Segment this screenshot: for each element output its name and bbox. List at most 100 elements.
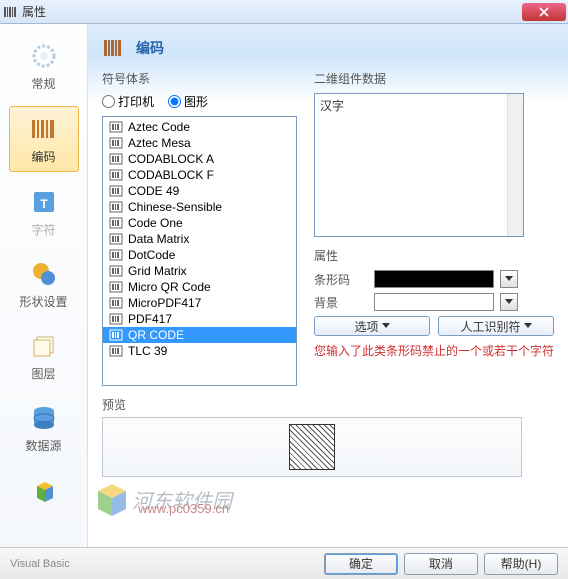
code-icon	[109, 329, 123, 341]
sidebar-item-label: 图层	[31, 365, 55, 382]
layers-icon	[28, 330, 60, 362]
code-icon	[109, 265, 123, 277]
list-item[interactable]: CODABLOCK F	[103, 167, 296, 183]
sidebar-item-label: 编码	[31, 148, 55, 165]
list-item-label: MicroPDF417	[128, 296, 201, 310]
watermark-url: www.pc0359.cn	[138, 501, 229, 516]
list-item[interactable]: TLC 39	[103, 343, 296, 359]
titlebar: 属性	[0, 0, 568, 24]
sidebar: 常规 编码 T 字符 形状设置 图层	[0, 24, 88, 547]
list-item[interactable]: Chinese-Sensible	[103, 199, 296, 215]
radio-printer-input[interactable]	[102, 95, 115, 108]
human-readable-button[interactable]: 人工识别符	[438, 316, 554, 336]
barcode-color-dropdown[interactable]	[500, 270, 518, 288]
sidebar-item-extra[interactable]	[9, 468, 79, 509]
dialog-footer: Visual Basic 确定 取消 帮助(H)	[0, 547, 568, 579]
list-item-label: Micro QR Code	[128, 280, 211, 294]
barcode-icon	[102, 36, 126, 60]
content-pane: 编码 符号体系 打印机 图形 Aztec CodeAztec MesaCODAB…	[88, 24, 568, 547]
sidebar-item-datasource[interactable]: 数据源	[9, 396, 79, 460]
app-icon	[2, 4, 18, 20]
radio-graphic-label: 图形	[184, 93, 208, 110]
text-icon: T	[28, 186, 60, 218]
list-item[interactable]: Grid Matrix	[103, 263, 296, 279]
data-value: 汉字	[320, 99, 344, 113]
list-item[interactable]: Data Matrix	[103, 231, 296, 247]
cube-icon	[28, 474, 60, 506]
list-item-label: Chinese-Sensible	[128, 200, 222, 214]
page-title: 编码	[136, 38, 164, 58]
list-item-label: Aztec Code	[128, 120, 190, 134]
list-item-label: CODABLOCK A	[128, 152, 214, 166]
code-icon	[109, 233, 123, 245]
gear-icon	[28, 40, 60, 72]
background-color-dropdown[interactable]	[500, 293, 518, 311]
props-title: 属性	[314, 247, 554, 264]
list-item[interactable]: MicroPDF417	[103, 295, 296, 311]
list-item-label: Code One	[128, 216, 183, 230]
list-item[interactable]: Code One	[103, 215, 296, 231]
list-item[interactable]: PDF417	[103, 311, 296, 327]
chevron-down-icon	[382, 323, 390, 329]
sidebar-item-label: 形状设置	[19, 293, 67, 310]
options-button[interactable]: 选项	[314, 316, 430, 336]
preview-thumbnail	[289, 424, 335, 470]
list-item-label: CODABLOCK F	[128, 168, 214, 182]
list-item-label: QR CODE	[128, 328, 184, 342]
list-item[interactable]: Aztec Code	[103, 119, 296, 135]
data-textbox[interactable]: 汉字	[314, 93, 524, 237]
code-icon	[109, 249, 123, 261]
sidebar-item-layers[interactable]: 图层	[9, 324, 79, 388]
list-item[interactable]: Aztec Mesa	[103, 135, 296, 151]
ok-button[interactable]: 确定	[324, 553, 398, 575]
barcode-icon	[28, 113, 60, 145]
code-icon	[109, 297, 123, 309]
sidebar-item-general[interactable]: 常规	[9, 34, 79, 98]
list-item[interactable]: Micro QR Code	[103, 279, 296, 295]
code-icon	[109, 153, 123, 165]
status-text: Visual Basic	[10, 558, 70, 570]
window-title: 属性	[22, 3, 522, 20]
scrollbar[interactable]	[507, 94, 523, 236]
close-button[interactable]	[522, 3, 566, 21]
list-item-label: Grid Matrix	[128, 264, 187, 278]
human-readable-label: 人工识别符	[460, 318, 520, 335]
error-message: 您输入了此类条形码禁止的一个或若干个字符	[314, 342, 554, 359]
radio-printer-label: 打印机	[118, 93, 154, 110]
list-item-label: Data Matrix	[128, 232, 189, 246]
options-button-label: 选项	[354, 318, 378, 335]
sidebar-item-text[interactable]: T 字符	[9, 180, 79, 244]
list-item[interactable]: QR CODE	[103, 327, 296, 343]
list-item-label: PDF417	[128, 312, 172, 326]
code-icon	[109, 217, 123, 229]
preview-label: 预览	[102, 396, 554, 413]
code-icon	[109, 201, 123, 213]
list-item-label: Aztec Mesa	[128, 136, 191, 150]
help-button[interactable]: 帮助(H)	[484, 553, 558, 575]
sidebar-item-shape[interactable]: 形状设置	[9, 252, 79, 316]
sidebar-item-label: 常规	[31, 75, 55, 92]
code-icon	[109, 169, 123, 181]
background-color-swatch[interactable]	[374, 293, 494, 311]
list-item-label: DotCode	[128, 248, 175, 262]
list-item[interactable]: CODE 49	[103, 183, 296, 199]
list-item[interactable]: CODABLOCK A	[103, 151, 296, 167]
list-item-label: TLC 39	[128, 344, 167, 358]
code-icon	[109, 345, 123, 357]
radio-printer[interactable]: 打印机	[102, 93, 154, 110]
code-icon	[109, 313, 123, 325]
radio-graphic-input[interactable]	[168, 95, 181, 108]
symbol-listbox[interactable]: Aztec Code Aztec Mesa CODABLOCK A CODABLOCK…	[102, 116, 297, 386]
preview-box	[102, 417, 522, 477]
cancel-button[interactable]: 取消	[404, 553, 478, 575]
barcode-color-swatch[interactable]	[374, 270, 494, 288]
code-icon	[109, 281, 123, 293]
sidebar-item-label: 字符	[31, 221, 55, 238]
svg-text:T: T	[40, 197, 48, 211]
database-icon	[28, 402, 60, 434]
list-item[interactable]: DotCode	[103, 247, 296, 263]
sidebar-item-encoding[interactable]: 编码	[9, 106, 79, 172]
radio-graphic[interactable]: 图形	[168, 93, 208, 110]
background-color-label: 背景	[314, 294, 368, 311]
code-icon	[109, 121, 123, 133]
